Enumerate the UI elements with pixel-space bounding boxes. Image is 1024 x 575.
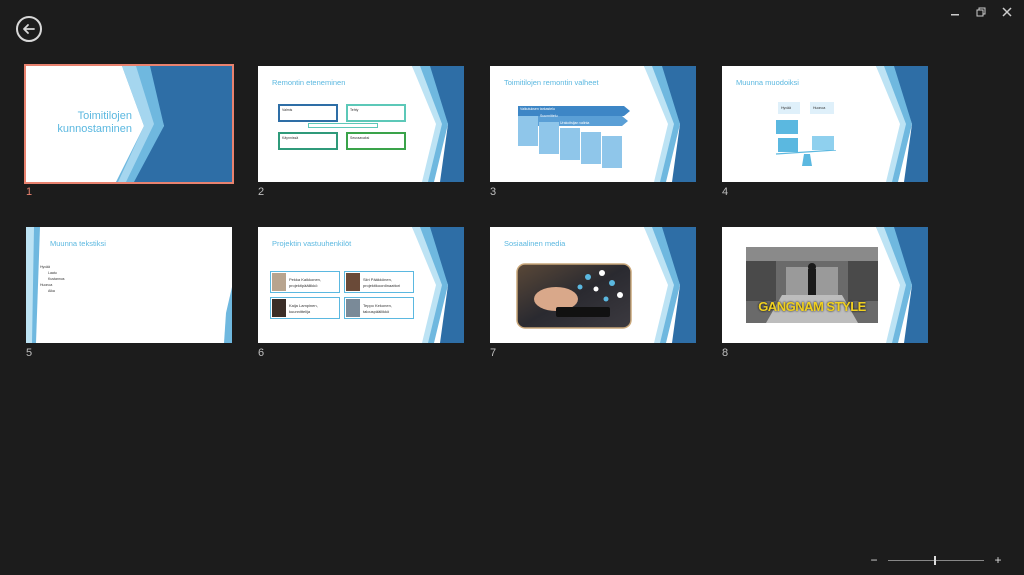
arrow-left-icon [23,24,35,34]
person-card: Pekka Kaikkonen, projektipäällikkö [270,271,340,293]
slide-title: Muunna tekstiksi [50,239,106,248]
slide-thumbnail-3[interactable]: Toimitilojen remontin valheet Vaikutukse… [490,66,696,198]
slide-1-title: Toimitilojen kunnostaminen [57,110,132,135]
diagram-connector [308,123,378,128]
person-card: Teppo Kekonen, talouspäällikkö [344,297,414,319]
shape [776,120,798,134]
process-step: Suunnittelu [540,114,558,118]
diagram-box: Tehty [346,104,406,122]
slide-8-preview: GANGNAM STYLE [722,227,928,343]
avatar [346,273,360,291]
slide-4-preview: Muunna muodoiksi Hyvää Huonoa [722,66,928,182]
slide-title: Sosiaalinen media [504,239,566,248]
zoom-slider[interactable] [888,555,984,565]
slide-title: Projektin vastuuhenkilöt [272,239,352,248]
diagram-box: Seuraavaksi [346,132,406,150]
slide-7-preview: Sosiaalinen media [490,227,696,343]
slide-number: 5 [26,347,33,359]
zoom-in-button[interactable]: + [992,553,1004,567]
process-step: Vaikutuksen tarkastelu [520,107,555,111]
process-diagram [518,106,630,168]
slide-5-preview: Muunna tekstiksi Hyvää Laatu Kustannus H… [26,227,232,343]
avatar [272,299,286,317]
slide-number: 6 [258,347,265,359]
bullet-item: Huonoa [40,283,53,287]
slide-thumbnail-6[interactable]: Projektin vastuuhenkilöt Pekka Kaikkonen… [258,227,464,359]
slide-title: Toimitilojen remontin valheet [504,78,599,87]
slide-decoration [412,66,464,182]
slide-1-preview: Toimitilojen kunnostaminen [24,64,234,184]
bullet-item: Hyvää [40,265,50,269]
zoom-control: − + [868,553,1004,567]
bullet-item: Kustannus [48,277,65,281]
slide-number: 3 [490,186,497,198]
slide-decoration [644,66,696,182]
slide-2-preview: Remontin eteneminen Valmis Tehty Käynnis… [258,66,464,182]
process-step: Arviointi [602,131,615,135]
bullet-item: Laatu [48,271,57,275]
slide-number: 7 [490,347,497,359]
shape-label-box: Hyvää [778,102,800,114]
slide-3-preview: Toimitilojen remontin valheet Vaikutukse… [490,66,696,182]
diagram-box: Käynnissä [278,132,338,150]
slide-number: 2 [258,186,265,198]
scale-shape [775,150,837,166]
slide-number: 4 [722,186,729,198]
person-card: Kaija Lampinen, kuunnittelija [270,297,340,319]
avatar [346,299,360,317]
minimize-icon [951,14,959,16]
restore-button[interactable] [968,4,994,20]
slide-thumbnail-2[interactable]: Remontin eteneminen Valmis Tehty Käynnis… [258,66,464,198]
process-step: Urakoitsijan valinta [560,121,590,125]
slide-thumbnail-8[interactable]: GANGNAM STYLE 8 [722,227,928,359]
slide-title: Muunna muodoiksi [736,78,799,87]
process-step: Rakentaminen [582,126,605,130]
slide-number: 1 [26,186,33,198]
slide-thumbnail-4[interactable]: Muunna muodoiksi Hyvää Huonoa 4 [722,66,928,198]
slide-thumbnail-7[interactable]: Sosiaalinen media 7 [490,227,696,359]
bullet-item: Aika [48,289,55,293]
slide-thumbnail-1[interactable]: Toimitilojen kunnostaminen 1 [24,64,234,198]
minimize-button[interactable] [942,4,968,20]
zoom-slider-thumb[interactable] [934,555,936,565]
zoom-out-button[interactable]: − [868,553,880,567]
restore-icon [976,7,986,17]
slide-decoration [644,227,696,343]
slide-title: Remontin eteneminen [272,78,346,87]
close-button[interactable] [994,4,1020,20]
back-button[interactable] [16,16,42,42]
shape-label-box: Huonoa [810,102,834,114]
diagram-box: Valmis [278,104,338,122]
video-thumbnail-text: GANGNAM STYLE [758,299,866,314]
window-controls [942,4,1020,20]
shape [812,136,834,150]
slide-decoration [876,66,928,182]
slide-number: 8 [722,347,729,359]
slide-thumbnail-5[interactable]: Muunna tekstiksi Hyvää Laatu Kustannus H… [26,227,232,359]
person-card: Siiri Pääkkönen, projektikoordinaattori [344,271,414,293]
slide-6-preview: Projektin vastuuhenkilöt Pekka Kaikkonen… [258,227,464,343]
avatar [272,273,286,291]
close-icon [1002,7,1012,17]
social-media-image [516,263,632,329]
